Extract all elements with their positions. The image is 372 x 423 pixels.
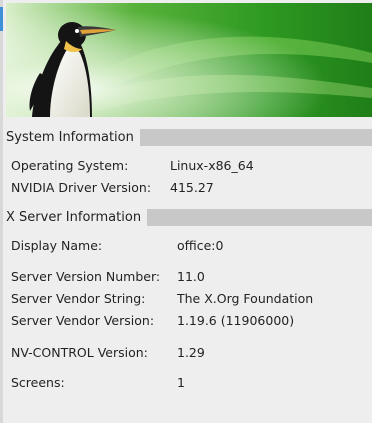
row-value: 1.29 — [177, 345, 205, 360]
nvidia-settings-panel: System Information Operating System: Lin… — [0, 0, 372, 423]
row-label: NV-CONTROL Version: — [11, 345, 148, 360]
row-value: The X.Org Foundation — [177, 291, 314, 306]
row-value: 1.19.6 (11906000) — [177, 313, 295, 328]
section-title: System Information — [6, 129, 134, 145]
system-information-header: System Information — [6, 128, 372, 146]
row-value: 11.0 — [177, 269, 205, 284]
row-label: Screens: — [11, 375, 65, 390]
x-server-information-header: X Server Information — [6, 208, 372, 226]
row-value: 415.27 — [170, 180, 214, 195]
section-title: X Server Information — [6, 209, 142, 225]
row-value: 1 — [177, 375, 185, 390]
penguin-banner-icon — [6, 3, 372, 117]
row-label: Display Name: — [11, 238, 103, 253]
left-sidebar-edge — [0, 0, 3, 423]
section-divider — [139, 128, 372, 146]
row-label: Server Vendor Version: — [11, 313, 155, 328]
row-label: Server Version Number: — [11, 269, 161, 284]
selection-accent — [0, 7, 3, 31]
row-label: NVIDIA Driver Version: — [11, 180, 152, 195]
row-value: office:0 — [177, 238, 224, 253]
row-value: Linux-x86_64 — [170, 158, 254, 173]
section-divider — [147, 208, 372, 226]
row-label: Server Vendor String: — [11, 291, 146, 306]
banner-image — [6, 3, 372, 117]
row-label: Operating System: — [11, 158, 129, 173]
